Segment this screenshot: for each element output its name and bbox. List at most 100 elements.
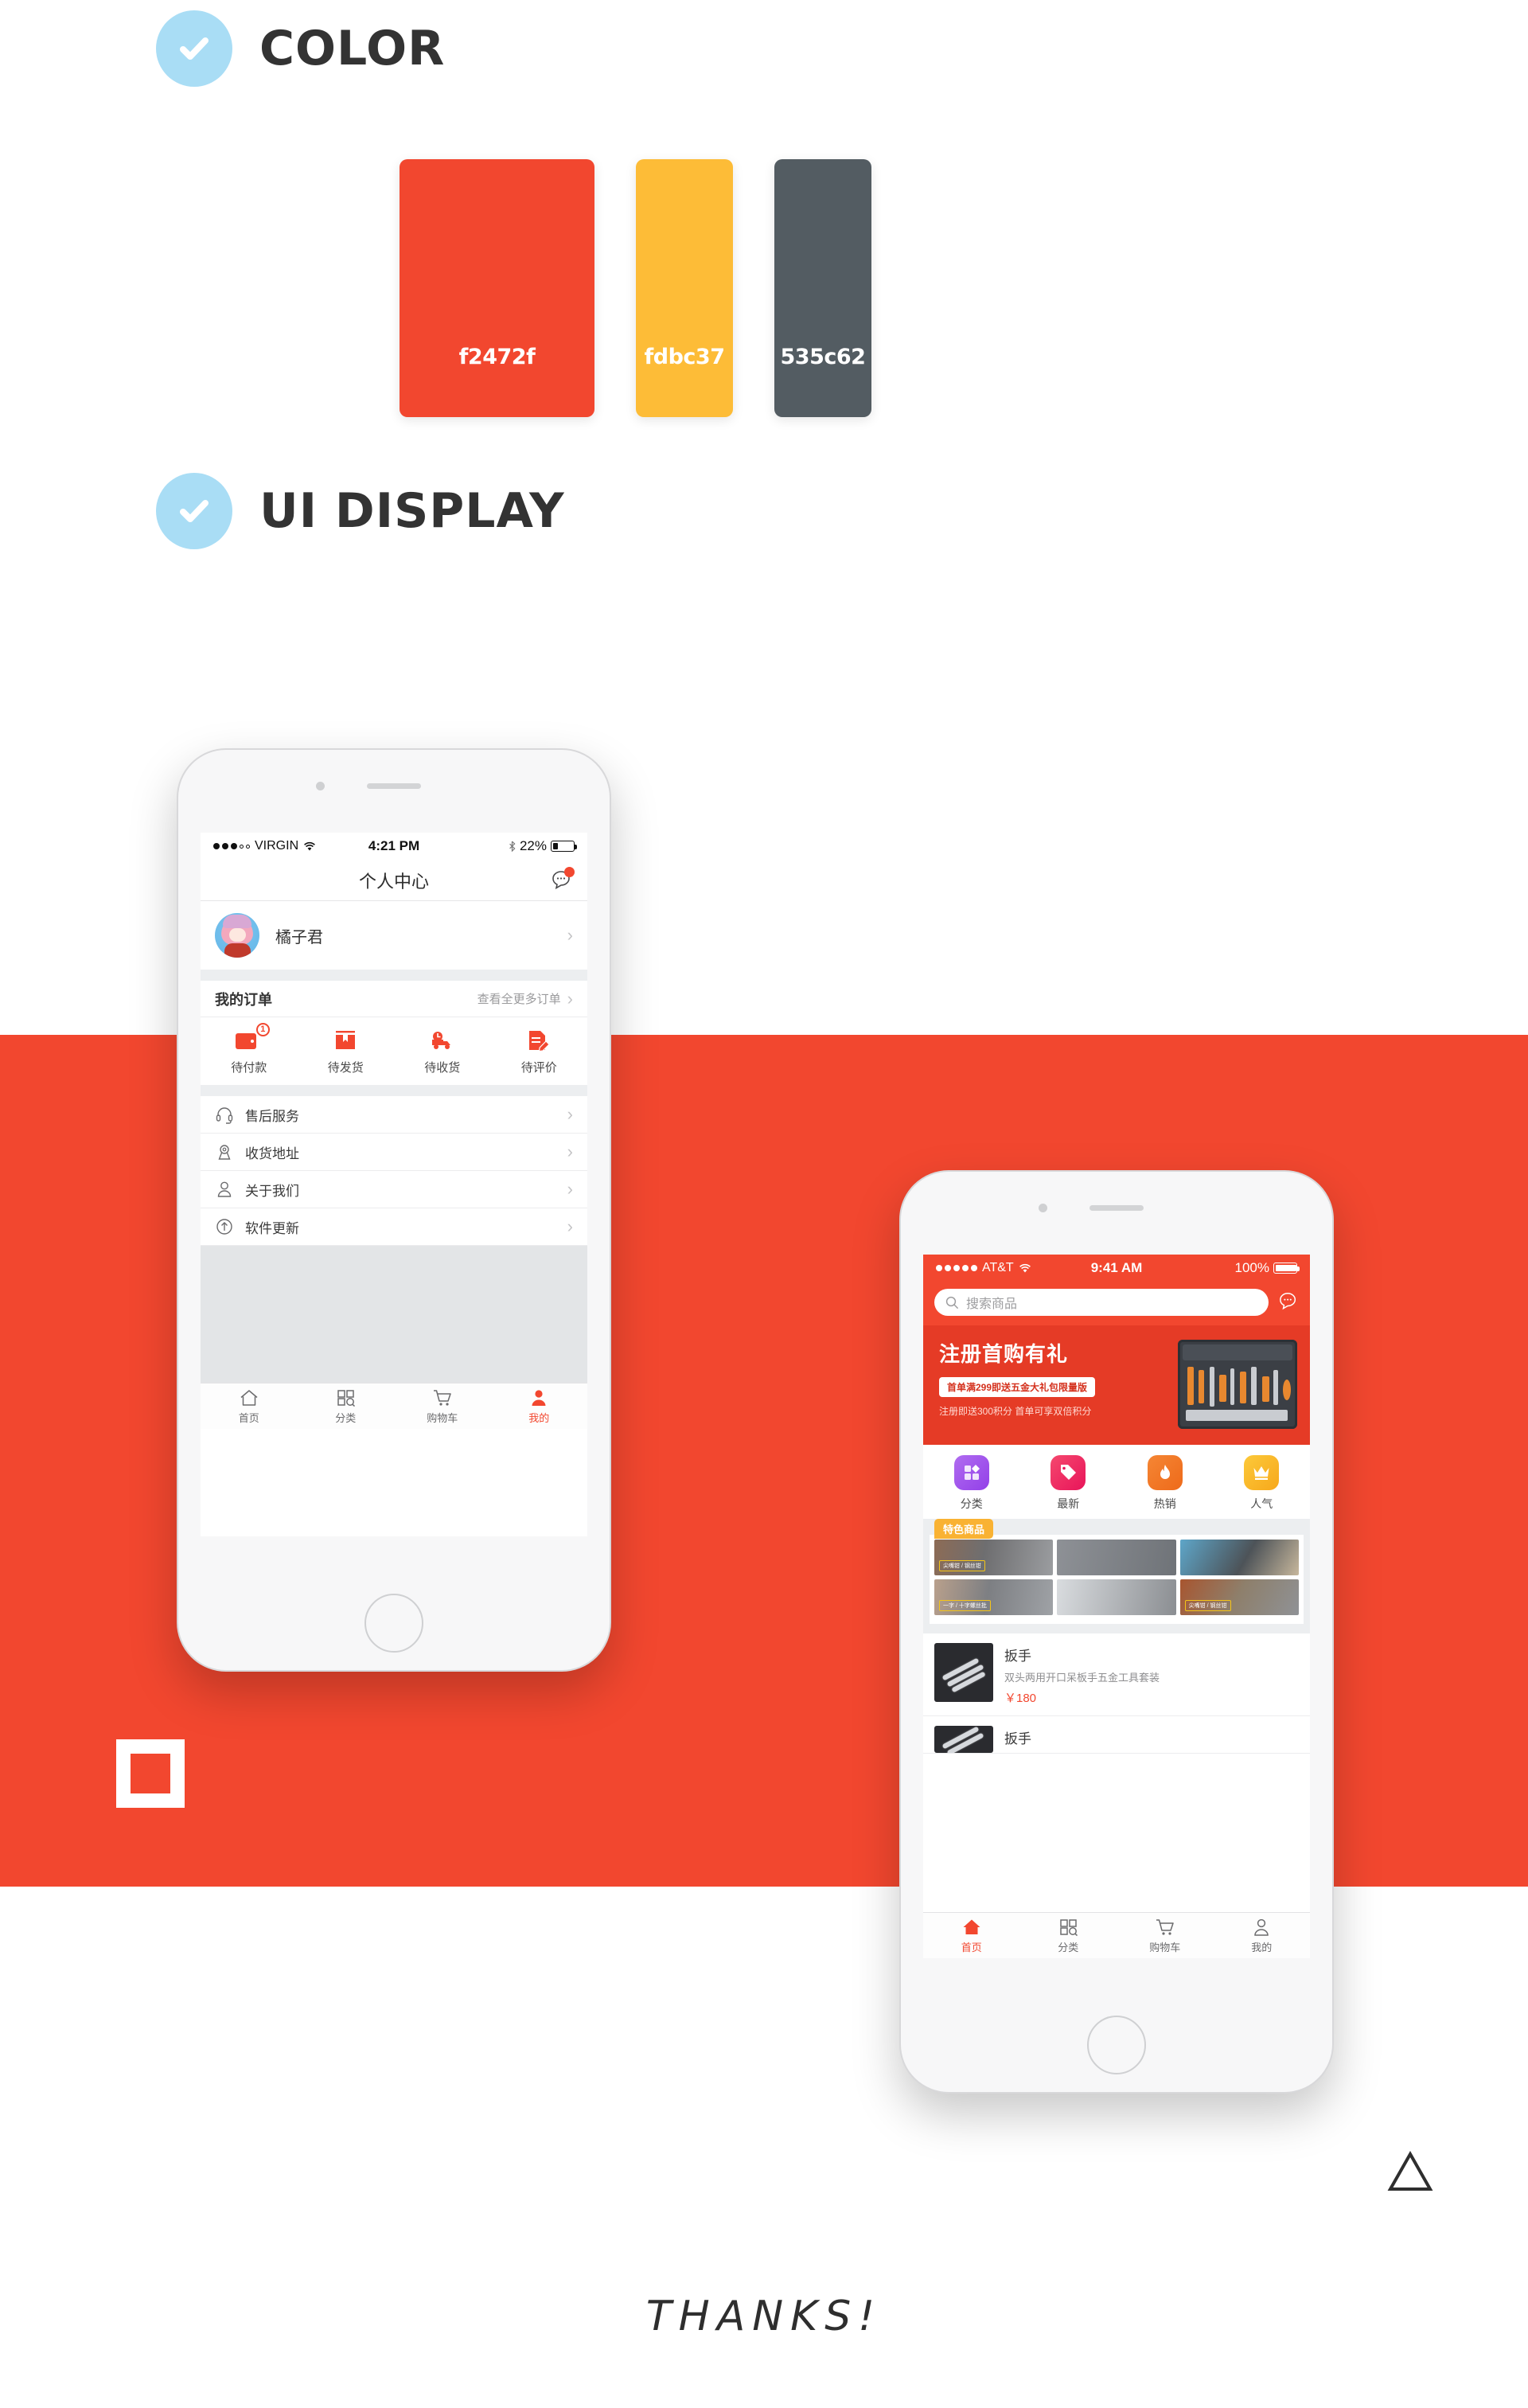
crown-icon <box>1244 1455 1280 1490</box>
avatar <box>215 913 259 958</box>
order-status-pending-receipt[interactable]: 待收货 <box>394 1028 491 1075</box>
box-icon <box>332 1028 359 1052</box>
chat-bubble-icon[interactable] <box>1278 1291 1299 1314</box>
truck-icon <box>429 1028 456 1052</box>
tab-label: 分类 <box>335 1411 357 1424</box>
swatch-hex-label: f2472f <box>458 345 536 369</box>
featured-tile[interactable] <box>1179 1540 1299 1575</box>
featured-tile[interactable] <box>1057 1540 1176 1575</box>
order-badge-count: 1 <box>255 1023 270 1036</box>
new-tag-icon <box>1050 1455 1086 1490</box>
phone-mockup-home: AT&T 9:41 AM 100% 搜索商品 注册首购有礼 首单满299即送五金… <box>899 1170 1334 2094</box>
cart-icon <box>433 1389 451 1406</box>
grid-search-icon <box>1060 1918 1078 1936</box>
tab-categories[interactable]: 分类 <box>298 1388 395 1425</box>
tab-mine[interactable]: 我的 <box>491 1388 588 1425</box>
phone-mockup-profile: VIRGIN 4:21 PM 22% 个人中心 橘子君 › 我的订单 查看全更多… <box>177 748 611 1672</box>
ui-display-section-title: UI DISPLAY <box>259 483 565 539</box>
headset-icon <box>215 1105 234 1124</box>
chevron-right-icon: › <box>567 1179 573 1199</box>
bluetooth-icon <box>509 841 516 852</box>
profile-name: 橘子君 <box>275 928 323 946</box>
notification-badge <box>564 867 575 877</box>
featured-tile[interactable]: 尖嘴钳 / 钢丝钳 <box>934 1540 1054 1575</box>
home-icon <box>240 1389 258 1406</box>
featured-products-section: 特色商品 尖嘴钳 / 钢丝钳 一字 / 十字螺丝批 尖嘴钳 / 钢丝钳 <box>923 1519 1310 1624</box>
cart-icon <box>1156 1918 1174 1935</box>
chat-bubble-icon[interactable] <box>551 867 575 894</box>
order-status-pending-payment[interactable]: 1 待付款 <box>201 1023 298 1075</box>
category-label: 分类 <box>960 1497 983 1510</box>
review-doc-icon <box>525 1028 552 1052</box>
ui-display-section-heading: UI DISPLAY <box>156 473 565 549</box>
grid-search-icon <box>337 1389 356 1407</box>
earpiece-speaker <box>367 783 421 789</box>
menu-label: 关于我们 <box>245 1183 299 1199</box>
order-status-label: 待收货 <box>424 1061 461 1075</box>
category-popular[interactable]: 人气 <box>1214 1455 1311 1512</box>
menu-label: 收货地址 <box>245 1145 299 1161</box>
phone1-tabbar: 首页 分类 购物车 我的 <box>201 1383 587 1429</box>
order-status-pending-review[interactable]: 待评价 <box>491 1028 588 1075</box>
profile-row[interactable]: 橘子君 › <box>201 901 587 970</box>
tab-label: 我的 <box>528 1411 550 1424</box>
featured-row: 一字 / 十字螺丝批 尖嘴钳 / 钢丝钳 <box>934 1579 1299 1615</box>
tab-label: 购物车 <box>1149 1941 1181 1953</box>
featured-tile[interactable] <box>1057 1579 1176 1615</box>
order-status-label: 待发货 <box>327 1061 364 1075</box>
phone2-tabbar: 首页 分类 购物车 我的 <box>923 1912 1310 1958</box>
battery-icon <box>551 841 577 852</box>
category-new[interactable]: 最新 <box>1020 1455 1117 1512</box>
search-placeholder: 搜索商品 <box>966 1298 1018 1311</box>
swatch-hex-label: 535c62 <box>780 345 866 369</box>
tab-home[interactable]: 首页 <box>201 1388 298 1425</box>
phone2-status-bar: AT&T 9:41 AM 100% <box>923 1255 1310 1282</box>
featured-tile[interactable]: 一字 / 十字螺丝批 <box>934 1579 1054 1615</box>
home-button[interactable] <box>364 1594 423 1653</box>
tab-home[interactable]: 首页 <box>923 1918 1020 1954</box>
check-icon <box>156 10 232 87</box>
page-title: 个人中心 <box>358 871 429 892</box>
list-item[interactable]: 扳手 双头两用开口呆板手五金工具套装 ￥180 <box>923 1633 1310 1716</box>
category-classify[interactable]: 分类 <box>923 1455 1020 1512</box>
earpiece-speaker <box>1089 1205 1144 1211</box>
home-button[interactable] <box>1087 2016 1146 2074</box>
battery-icon <box>1273 1263 1300 1274</box>
person-icon <box>1254 1918 1269 1936</box>
chevron-right-icon: › <box>567 1142 573 1161</box>
phone2-screen: AT&T 9:41 AM 100% 搜索商品 注册首购有礼 首单满299即送五金… <box>923 1255 1310 1958</box>
featured-grid: 尖嘴钳 / 钢丝钳 一字 / 十字螺丝批 尖嘴钳 / 钢丝钳 <box>930 1535 1304 1624</box>
tab-mine[interactable]: 我的 <box>1214 1918 1311 1954</box>
order-status-pending-shipment[interactable]: 待发货 <box>298 1028 395 1075</box>
menu-label: 售后服务 <box>245 1108 299 1124</box>
color-section-title: COLOR <box>259 21 446 76</box>
chevron-right-icon: › <box>567 925 573 945</box>
location-pin-icon <box>215 1142 234 1161</box>
menu-row-after-sales[interactable]: 售后服务 › <box>201 1096 587 1134</box>
tab-cart[interactable]: 购物车 <box>394 1388 491 1425</box>
tab-cart[interactable]: 购物车 <box>1117 1918 1214 1954</box>
grid-icon <box>953 1455 989 1490</box>
phone1-screen: VIRGIN 4:21 PM 22% 个人中心 橘子君 › 我的订单 查看全更多… <box>201 833 587 1536</box>
menu-row-about-us[interactable]: 关于我们 › <box>201 1171 587 1208</box>
search-icon <box>945 1296 959 1309</box>
list-item[interactable]: 扳手 <box>923 1716 1310 1754</box>
order-status-label: 待付款 <box>231 1061 267 1075</box>
color-swatch-red: f2472f <box>400 159 594 417</box>
search-input[interactable]: 搜索商品 <box>934 1289 1269 1316</box>
tab-label: 我的 <box>1251 1941 1273 1953</box>
menu-row-shipping-address[interactable]: 收货地址 › <box>201 1134 587 1171</box>
tab-categories[interactable]: 分类 <box>1020 1918 1117 1954</box>
featured-tile[interactable]: 尖嘴钳 / 钢丝钳 <box>1179 1579 1299 1615</box>
order-status-label: 待评价 <box>520 1061 557 1075</box>
category-label: 最新 <box>1057 1497 1080 1510</box>
swatch-hex-label: fdbc37 <box>644 345 725 369</box>
promo-banner[interactable]: 注册首购有礼 首单满299即送五金大礼包限量版 注册即送300积分 首单可享双倍… <box>923 1325 1310 1445</box>
battery-percent-label: 22% <box>519 838 547 853</box>
category-label: 人气 <box>1250 1497 1273 1510</box>
menu-row-software-update[interactable]: 软件更新 › <box>201 1208 587 1246</box>
category-hot-sale[interactable]: 热销 <box>1117 1455 1214 1512</box>
orders-more-link[interactable]: 查看全更多订单 <box>477 990 561 1007</box>
color-section-heading: COLOR <box>156 10 445 87</box>
wifi-icon <box>304 841 316 850</box>
